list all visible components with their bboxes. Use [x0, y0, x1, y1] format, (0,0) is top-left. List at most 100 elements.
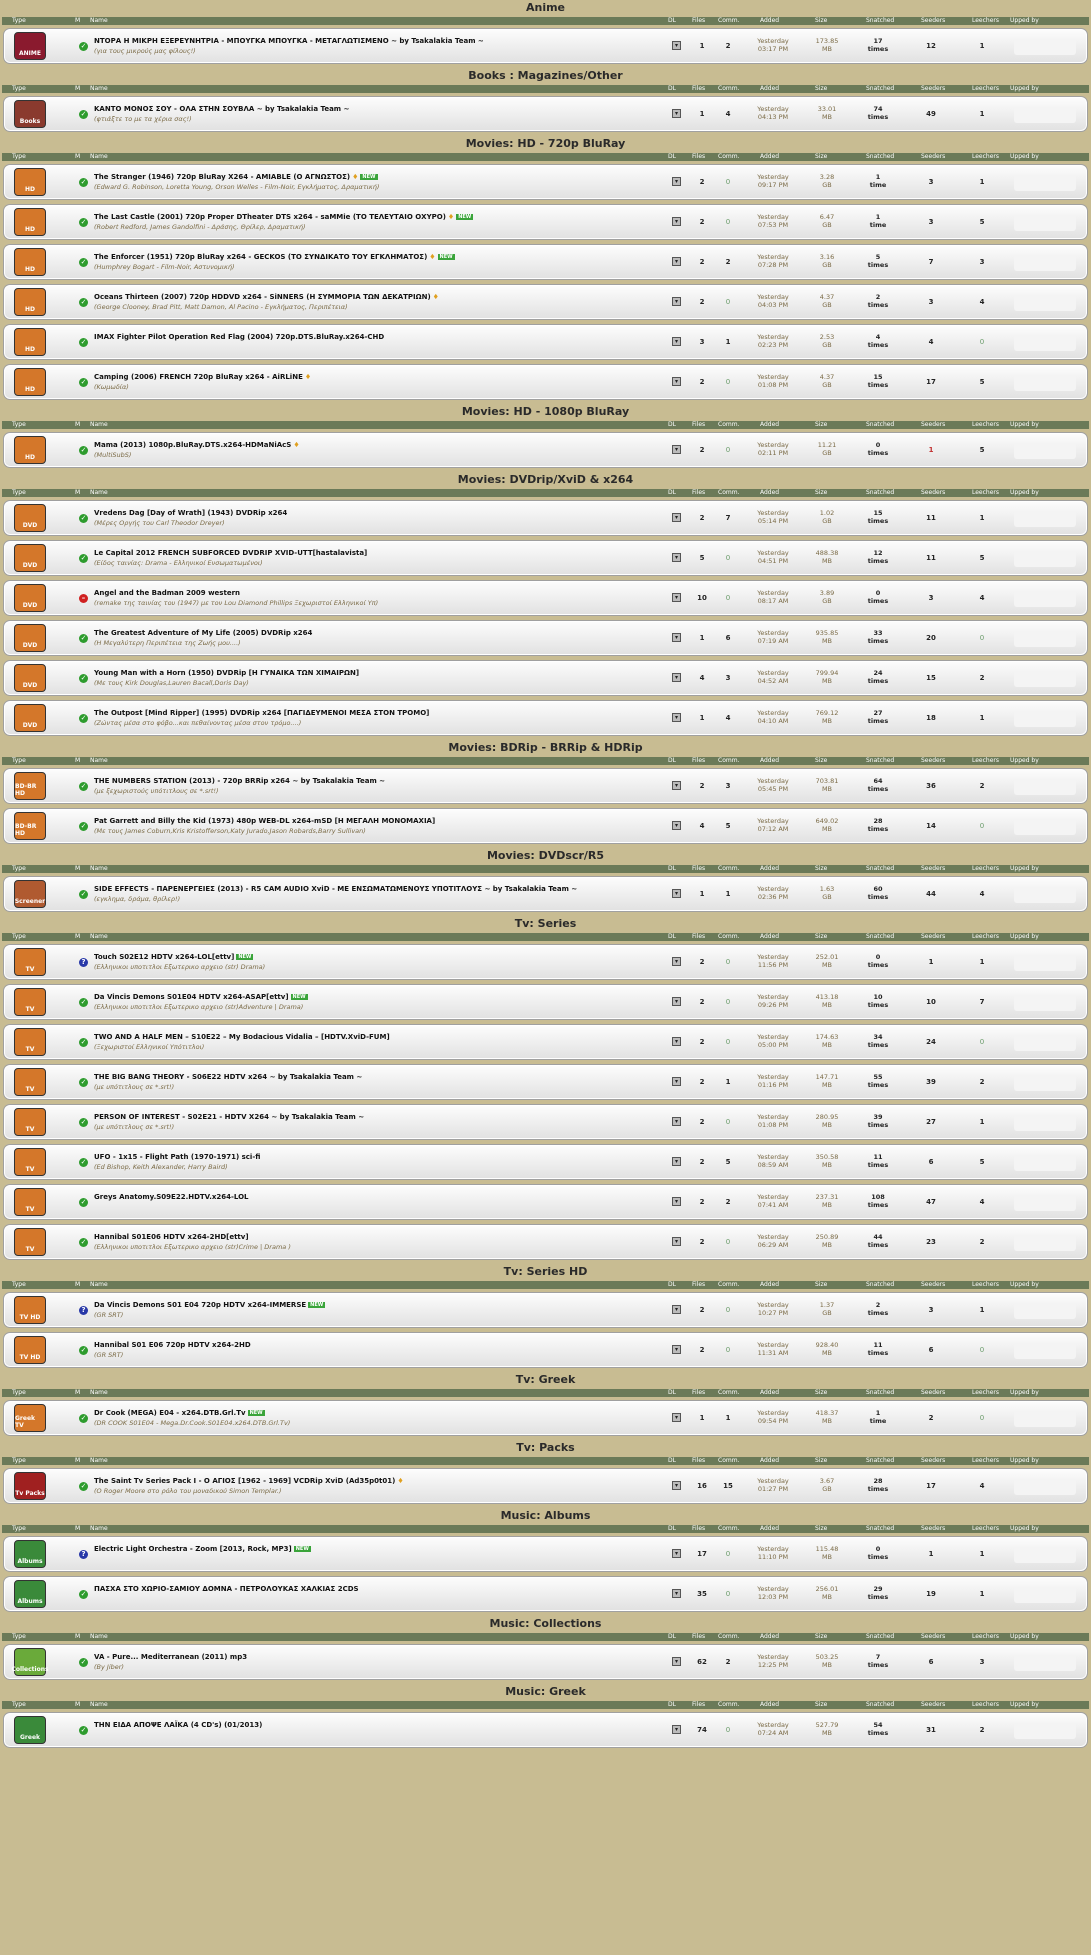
- column-header-name[interactable]: Name: [90, 1389, 108, 1397]
- category-icon[interactable]: DVD: [14, 664, 46, 692]
- uploader-link[interactable]: [1014, 711, 1076, 727]
- leechers-count[interactable]: 0: [972, 634, 992, 642]
- torrent-name-link[interactable]: The Greatest Adventure of My Life (2005)…: [94, 629, 312, 637]
- category-icon[interactable]: ANIME: [14, 32, 46, 60]
- comments-count[interactable]: 1: [718, 890, 738, 898]
- column-header-size[interactable]: Size: [815, 1281, 827, 1289]
- column-header-dl[interactable]: DL: [668, 865, 676, 873]
- column-header-upby[interactable]: Upped by: [1010, 757, 1039, 765]
- uploader-link[interactable]: [1014, 995, 1076, 1011]
- column-header-m[interactable]: M: [75, 153, 80, 161]
- leechers-count[interactable]: 3: [972, 1658, 992, 1666]
- column-header-added[interactable]: Added: [760, 1281, 779, 1289]
- column-header-added[interactable]: Added: [760, 1701, 779, 1709]
- column-header-added[interactable]: Added: [760, 1633, 779, 1641]
- seeders-count[interactable]: 3: [921, 218, 941, 226]
- snatched-count[interactable]: 2 times: [862, 293, 894, 309]
- column-header-name[interactable]: Name: [90, 85, 108, 93]
- column-header-size[interactable]: Size: [815, 1525, 827, 1533]
- seeders-count[interactable]: 39: [921, 1078, 941, 1086]
- download-icon[interactable]: ▾: [672, 713, 681, 722]
- column-header-comm[interactable]: Comm.: [718, 489, 739, 497]
- download-icon[interactable]: ▾: [672, 821, 681, 830]
- files-count[interactable]: 2: [692, 1038, 712, 1046]
- category-icon[interactable]: Greek TV: [14, 1404, 46, 1432]
- column-header-seed[interactable]: Seeders: [921, 85, 945, 93]
- comments-count[interactable]: 5: [718, 822, 738, 830]
- uploader-link[interactable]: [1014, 107, 1076, 123]
- comments-count[interactable]: 0: [718, 218, 738, 226]
- column-header-size[interactable]: Size: [815, 933, 827, 941]
- category-icon[interactable]: HD: [14, 248, 46, 276]
- leechers-count[interactable]: 5: [972, 1158, 992, 1166]
- files-count[interactable]: 2: [692, 1346, 712, 1354]
- seeders-count[interactable]: 3: [921, 178, 941, 186]
- download-icon[interactable]: ▾: [672, 633, 681, 642]
- column-header-files[interactable]: Files: [692, 1281, 705, 1289]
- column-header-leech[interactable]: Leechers: [972, 865, 999, 873]
- column-header-name[interactable]: Name: [90, 865, 108, 873]
- column-header-files[interactable]: Files: [692, 85, 705, 93]
- column-header-name[interactable]: Name: [90, 757, 108, 765]
- column-header-size[interactable]: Size: [815, 421, 827, 429]
- column-header-leech[interactable]: Leechers: [972, 1701, 999, 1709]
- column-header-snat[interactable]: Snatched: [866, 865, 894, 873]
- leechers-count[interactable]: 1: [972, 1590, 992, 1598]
- column-header-m[interactable]: M: [75, 1389, 80, 1397]
- column-header-m[interactable]: M: [75, 85, 80, 93]
- column-header-dl[interactable]: DL: [668, 1701, 676, 1709]
- comments-count[interactable]: 1: [718, 1414, 738, 1422]
- download-icon[interactable]: ▾: [672, 1345, 681, 1354]
- column-header-added[interactable]: Added: [760, 1525, 779, 1533]
- column-header-snat[interactable]: Snatched: [866, 1389, 894, 1397]
- download-icon[interactable]: ▾: [672, 1157, 681, 1166]
- column-header-dl[interactable]: DL: [668, 489, 676, 497]
- column-header-leech[interactable]: Leechers: [972, 757, 999, 765]
- comments-count[interactable]: 0: [718, 594, 738, 602]
- torrent-name-link[interactable]: Greys Anatomy.S09E22.HDTV.x264-LOL: [94, 1193, 249, 1201]
- column-header-files[interactable]: Files: [692, 153, 705, 161]
- files-count[interactable]: 2: [692, 514, 712, 522]
- torrent-name-link[interactable]: The Last Castle (2001) 720p Proper DThea…: [94, 213, 474, 221]
- files-count[interactable]: 35: [692, 1590, 712, 1598]
- category-icon[interactable]: TV: [14, 1028, 46, 1056]
- column-header-upby[interactable]: Upped by: [1010, 489, 1039, 497]
- uploader-link[interactable]: [1014, 819, 1076, 835]
- comments-count[interactable]: 0: [718, 1346, 738, 1354]
- column-header-leech[interactable]: Leechers: [972, 17, 999, 25]
- download-icon[interactable]: ▾: [672, 1077, 681, 1086]
- comments-count[interactable]: 3: [718, 782, 738, 790]
- download-icon[interactable]: ▾: [672, 1481, 681, 1490]
- seeders-count[interactable]: 12: [921, 42, 941, 50]
- category-icon[interactable]: HD: [14, 328, 46, 356]
- download-icon[interactable]: ▾: [672, 257, 681, 266]
- column-header-seed[interactable]: Seeders: [921, 865, 945, 873]
- leechers-count[interactable]: 2: [972, 1726, 992, 1734]
- snatched-count[interactable]: 33 times: [862, 629, 894, 645]
- column-header-seed[interactable]: Seeders: [921, 1701, 945, 1709]
- comments-count[interactable]: 0: [718, 1306, 738, 1314]
- comments-count[interactable]: 3: [718, 674, 738, 682]
- category-icon[interactable]: TV: [14, 948, 46, 976]
- column-header-snat[interactable]: Snatched: [866, 17, 894, 25]
- uploader-link[interactable]: [1014, 1235, 1076, 1251]
- snatched-count[interactable]: 17 times: [862, 37, 894, 53]
- files-count[interactable]: 17: [692, 1550, 712, 1558]
- snatched-count[interactable]: 11 times: [862, 1341, 894, 1357]
- column-header-upby[interactable]: Upped by: [1010, 421, 1039, 429]
- seeders-count[interactable]: 3: [921, 298, 941, 306]
- column-header-snat[interactable]: Snatched: [866, 933, 894, 941]
- column-header-m[interactable]: M: [75, 865, 80, 873]
- seeders-count[interactable]: 4: [921, 338, 941, 346]
- seeders-count[interactable]: 15: [921, 674, 941, 682]
- column-header-dl[interactable]: DL: [668, 421, 676, 429]
- files-count[interactable]: 3: [692, 338, 712, 346]
- download-icon[interactable]: ▾: [672, 997, 681, 1006]
- snatched-count[interactable]: 0 times: [862, 589, 894, 605]
- column-header-upby[interactable]: Upped by: [1010, 1701, 1039, 1709]
- files-count[interactable]: 2: [692, 958, 712, 966]
- column-header-upby[interactable]: Upped by: [1010, 17, 1039, 25]
- leechers-count[interactable]: 5: [972, 554, 992, 562]
- download-icon[interactable]: ▾: [672, 1589, 681, 1598]
- column-header-added[interactable]: Added: [760, 85, 779, 93]
